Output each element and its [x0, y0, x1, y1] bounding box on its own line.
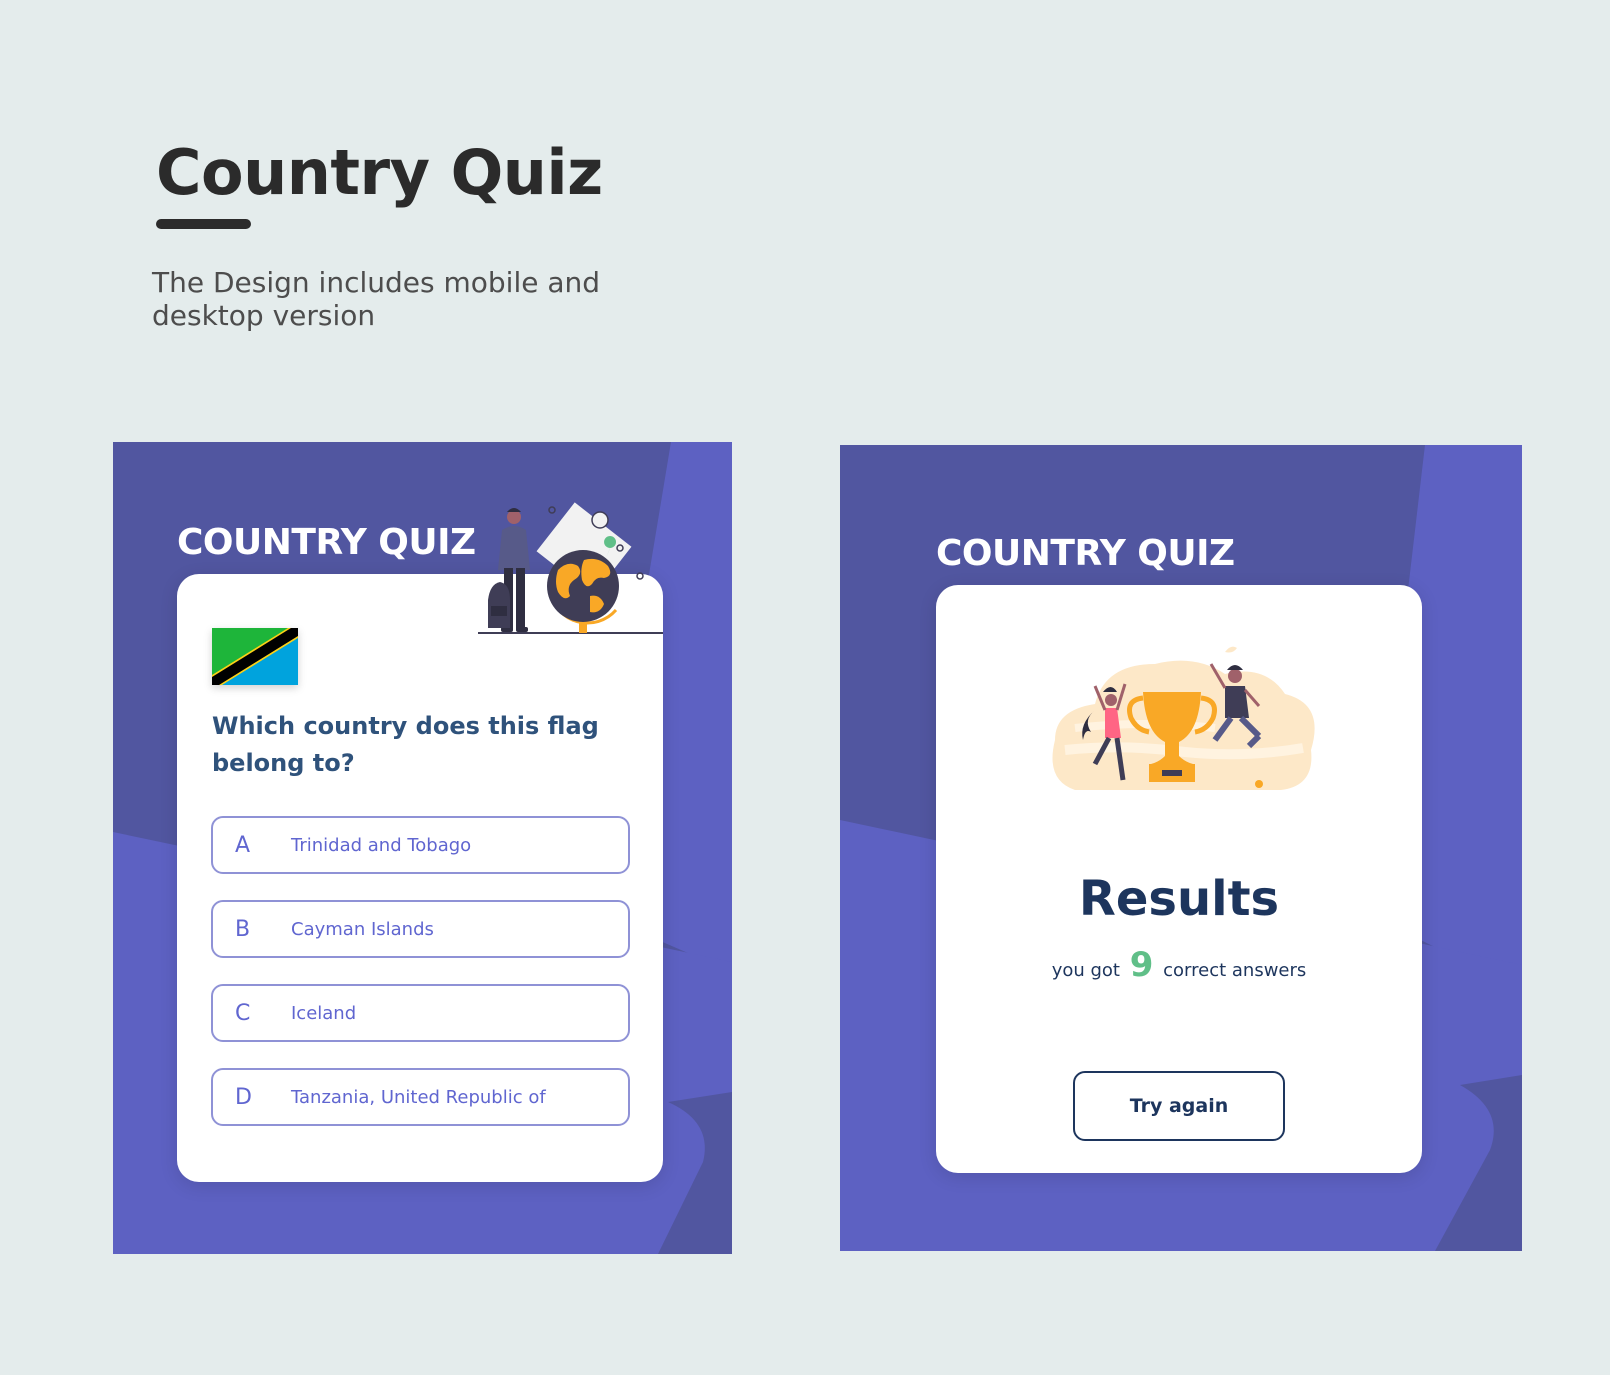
- tanzania-flag-icon: [212, 628, 298, 685]
- option-letter: B: [235, 916, 251, 942]
- results-panel: COUNTRY QUIZ Results you got 9 correct a…: [840, 445, 1522, 1251]
- option-letter: C: [235, 1000, 251, 1026]
- quiz-panel: COUNTRY QUIZ Which country does this fla…: [113, 442, 732, 1254]
- question-text: Which country does this flag belong to?: [212, 712, 599, 777]
- results-text-before: you got: [1051, 960, 1120, 981]
- option-text: Cayman Islands: [291, 918, 434, 940]
- quiz-card: Which country does this flag belong to? …: [177, 574, 663, 1182]
- option-letter: A: [235, 832, 251, 858]
- option-text: Tanzania, United Republic of: [291, 1086, 546, 1108]
- results-heading: COUNTRY QUIZ: [936, 533, 1235, 574]
- trophy-celebration-illustration: [1052, 646, 1315, 790]
- answer-option-a[interactable]: A Trinidad and Tobago: [211, 816, 630, 874]
- results-title: Results: [1078, 871, 1280, 927]
- title-underline: [156, 219, 251, 229]
- quiz-heading: COUNTRY QUIZ: [177, 522, 476, 563]
- score-value: 9: [1129, 945, 1154, 985]
- option-text: Iceland: [291, 1002, 357, 1024]
- answer-option-b[interactable]: B Cayman Islands: [211, 900, 630, 958]
- page-title: Country Quiz: [156, 136, 603, 209]
- traveler-globe-illustration: [478, 502, 663, 634]
- results-card: Results you got 9 correct answers Try ag…: [936, 585, 1422, 1173]
- page-subtitle: The Design includes mobile and desktop v…: [152, 266, 601, 332]
- option-text: Trinidad and Tobago: [291, 834, 472, 856]
- results-text-after: correct answers: [1163, 960, 1307, 981]
- answer-option-c[interactable]: C Iceland: [211, 984, 630, 1042]
- try-again-button[interactable]: Try again: [1073, 1071, 1285, 1141]
- option-letter: D: [235, 1084, 252, 1110]
- answer-option-d[interactable]: D Tanzania, United Republic of: [211, 1068, 630, 1126]
- results-summary: you got 9 correct answers: [936, 945, 1422, 985]
